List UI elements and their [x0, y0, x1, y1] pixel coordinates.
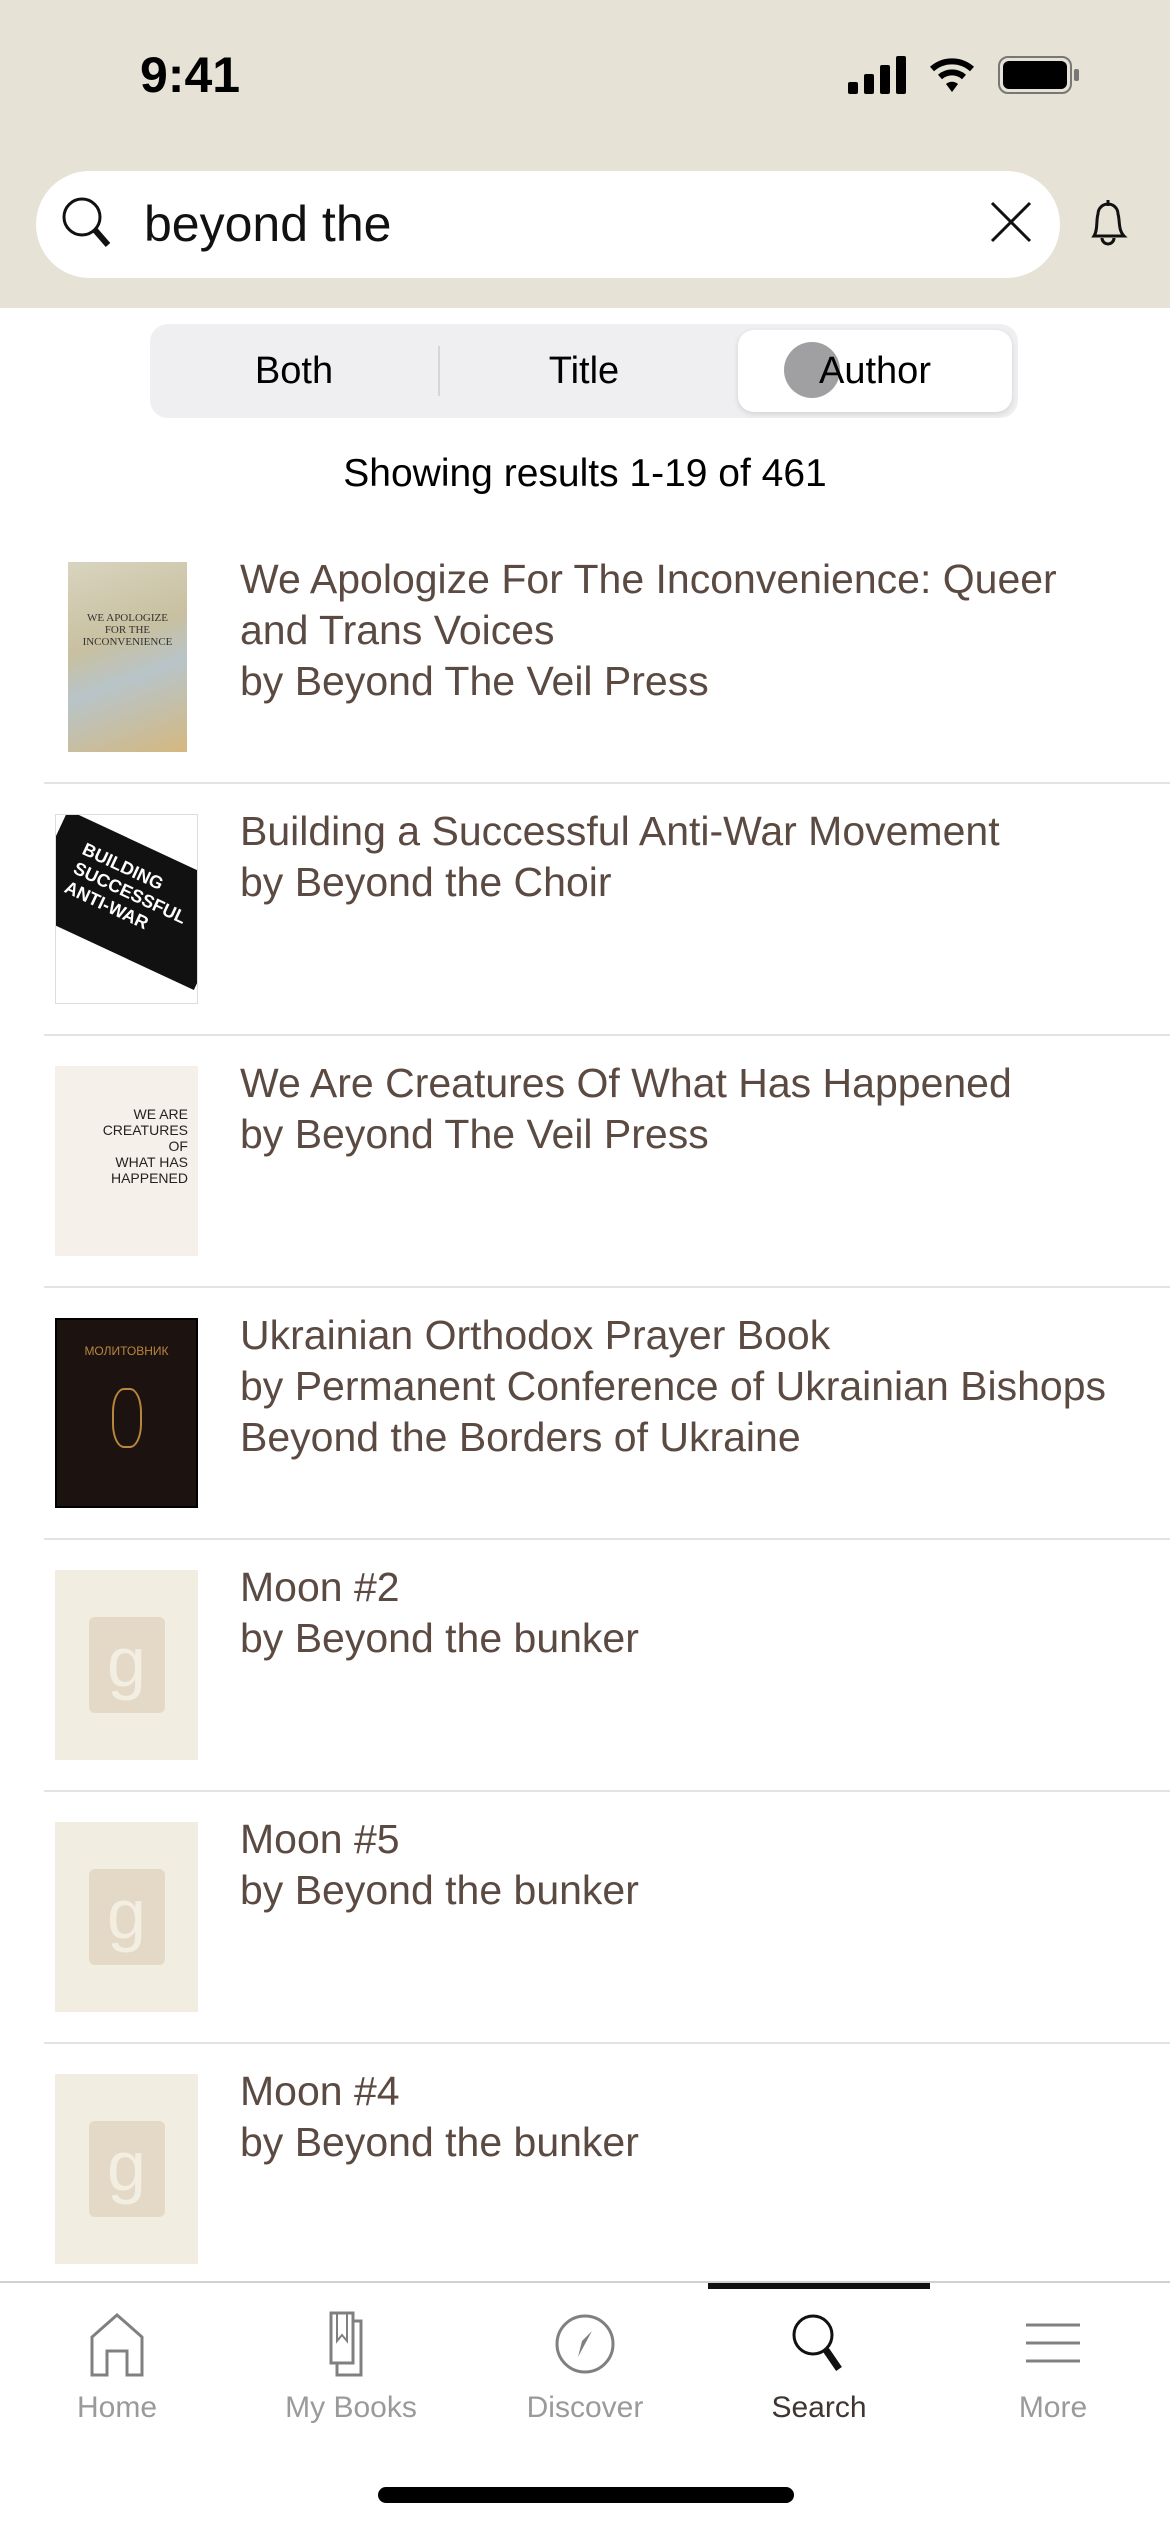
tab-label: Home	[76, 2391, 158, 2424]
home-icon	[90, 2313, 144, 2377]
tab-label: Search	[771, 2391, 867, 2424]
tab-label: My Books	[285, 2391, 417, 2424]
wifi-icon	[930, 58, 974, 92]
list-item[interactable]: МОЛИТОВНИК Ukrainian Orthodox Prayer Boo…	[44, 1288, 1170, 1540]
book-title[interactable]: Building a Successful Anti-War Movement	[240, 806, 1130, 857]
menu-icon	[1026, 2323, 1080, 2363]
placeholder-cover-icon: g	[55, 2074, 198, 2264]
book-author[interactable]: by Beyond The Veil Press	[240, 1109, 1130, 1160]
list-item[interactable]: g Moon #4 by Beyond the bunker	[44, 2044, 1170, 2296]
book-title[interactable]: Moon #2	[240, 1562, 1130, 1613]
book-title[interactable]: Moon #5	[240, 1814, 1130, 1865]
status-icons	[848, 56, 1080, 94]
search-icon	[62, 197, 111, 247]
tab-more[interactable]: More	[936, 2283, 1170, 2443]
tab-search[interactable]: Search	[702, 2283, 936, 2443]
status-time: 9:41	[140, 47, 241, 103]
search-input[interactable]: beyond the	[144, 195, 391, 253]
list-item[interactable]: WE ARE CREATURES OF WHAT HAS HAPPENED We Are…	[44, 1036, 1170, 1288]
book-title[interactable]: We Apologize For The Inconvenience: Quee…	[240, 554, 1130, 656]
clear-icon[interactable]	[986, 197, 1036, 247]
tab-my-books[interactable]: My Books	[234, 2283, 468, 2443]
book-title[interactable]: Moon #4	[240, 2066, 1130, 2117]
filter-author[interactable]: Author	[738, 330, 1012, 412]
battery-icon	[998, 56, 1079, 94]
books-icon	[329, 2311, 363, 2377]
filter-author-label: Author	[819, 349, 931, 392]
tab-home[interactable]: Home	[0, 2283, 234, 2443]
search-filter: Both Title Author	[150, 324, 1018, 418]
book-title[interactable]: Ukrainian Orthodox Prayer Book	[240, 1310, 1130, 1361]
book-title[interactable]: We Are Creatures Of What Has Happened	[240, 1058, 1130, 1109]
list-item[interactable]: BUILDING SUCCESSFUL ANTI-WAR Building a Su…	[44, 784, 1170, 1036]
book-author[interactable]: by Permanent Conference of Ukrainian Bis…	[240, 1361, 1130, 1463]
search-icon	[792, 2314, 842, 2371]
tab-label: More	[1018, 2391, 1088, 2424]
placeholder-cover-icon: g	[55, 1570, 198, 1760]
list-item[interactable]: g Moon #5 by Beyond the bunker	[44, 1792, 1170, 2044]
book-cover: WE APOLOGIZE FOR THE INCONVENIENCE	[68, 562, 187, 752]
book-cover: МОЛИТОВНИК	[55, 1318, 198, 1508]
home-indicator[interactable]	[378, 2487, 794, 2503]
placeholder-cover-icon: g	[55, 1822, 198, 2012]
compass-icon	[555, 2314, 615, 2374]
list-item[interactable]: WE APOLOGIZE FOR THE INCONVENIENCE We Apol…	[44, 532, 1170, 784]
filter-both[interactable]: Both	[150, 324, 438, 418]
search-field[interactable]: beyond the	[36, 171, 1060, 278]
list-item[interactable]: g Moon #2 by Beyond the bunker	[44, 1540, 1170, 1792]
bell-icon[interactable]	[1080, 196, 1136, 256]
tab-label: Discover	[526, 2391, 644, 2424]
book-author[interactable]: by Beyond the bunker	[240, 1865, 1130, 1916]
tab-discover[interactable]: Discover	[468, 2283, 702, 2443]
book-author[interactable]: by Beyond The Veil Press	[240, 656, 1130, 707]
results-count: Showing results 1-19 of 461	[343, 452, 827, 495]
book-cover: WE ARE CREATURES OF WHAT HAS HAPPENED	[55, 1066, 198, 1256]
filter-title[interactable]: Title	[440, 324, 728, 418]
book-author[interactable]: by Beyond the bunker	[240, 1613, 1130, 1664]
book-author[interactable]: by Beyond the bunker	[240, 2117, 1130, 2168]
book-cover: BUILDING SUCCESSFUL ANTI-WAR	[55, 814, 198, 1004]
signal-icon	[848, 56, 906, 94]
book-author[interactable]: by Beyond the Choir	[240, 857, 1130, 908]
header: 9:41 beyond the	[0, 0, 1170, 308]
